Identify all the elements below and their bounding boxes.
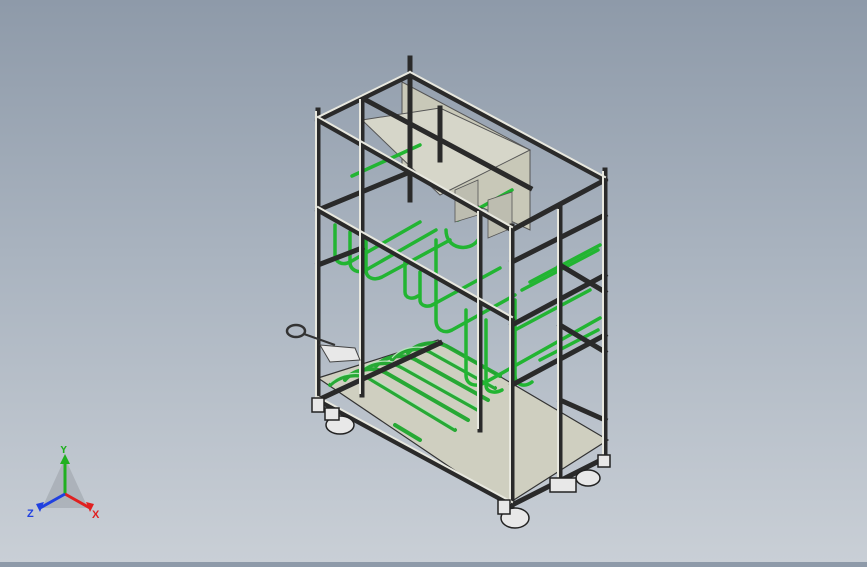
tow-bracket — [319, 344, 361, 363]
cad-viewport[interactable]: Y X Z — [0, 0, 867, 562]
y-axis-label: Y — [60, 446, 68, 456]
x-axis-label: X — [92, 509, 100, 521]
z-axis-label: Z — [27, 508, 34, 520]
cart-model — [285, 55, 611, 529]
axis-triad[interactable]: Y X Z — [24, 446, 106, 526]
pull-ring — [285, 323, 307, 339]
